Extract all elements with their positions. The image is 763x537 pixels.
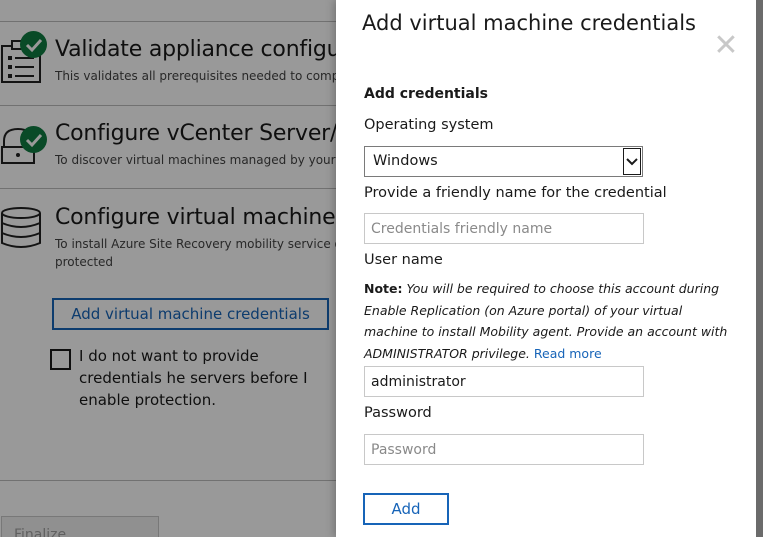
password-input[interactable]: [364, 434, 644, 465]
password-label: Password: [364, 405, 432, 421]
section-heading: Add credentials: [364, 86, 489, 102]
os-selected-value: Windows: [373, 153, 438, 169]
chevron-down-icon[interactable]: [623, 148, 641, 175]
friendly-name-label: Provide a friendly name for the credenti…: [364, 185, 667, 201]
username-note: Note: You will be required to choose thi…: [364, 278, 736, 364]
scrollbar-gutter: [756, 0, 763, 537]
username-label: User name: [364, 252, 443, 268]
read-more-link[interactable]: Read more: [534, 346, 602, 361]
username-input[interactable]: [364, 366, 644, 397]
add-button[interactable]: Add: [363, 493, 449, 525]
close-icon[interactable]: ✕: [711, 31, 741, 61]
os-select[interactable]: Windows: [364, 146, 643, 177]
note-prefix: Note:: [364, 281, 403, 296]
dialog-title: Add virtual machine credentials: [362, 11, 696, 35]
modal-overlay: [0, 0, 336, 537]
friendly-name-input[interactable]: [364, 213, 644, 244]
os-label: Operating system: [364, 117, 494, 133]
